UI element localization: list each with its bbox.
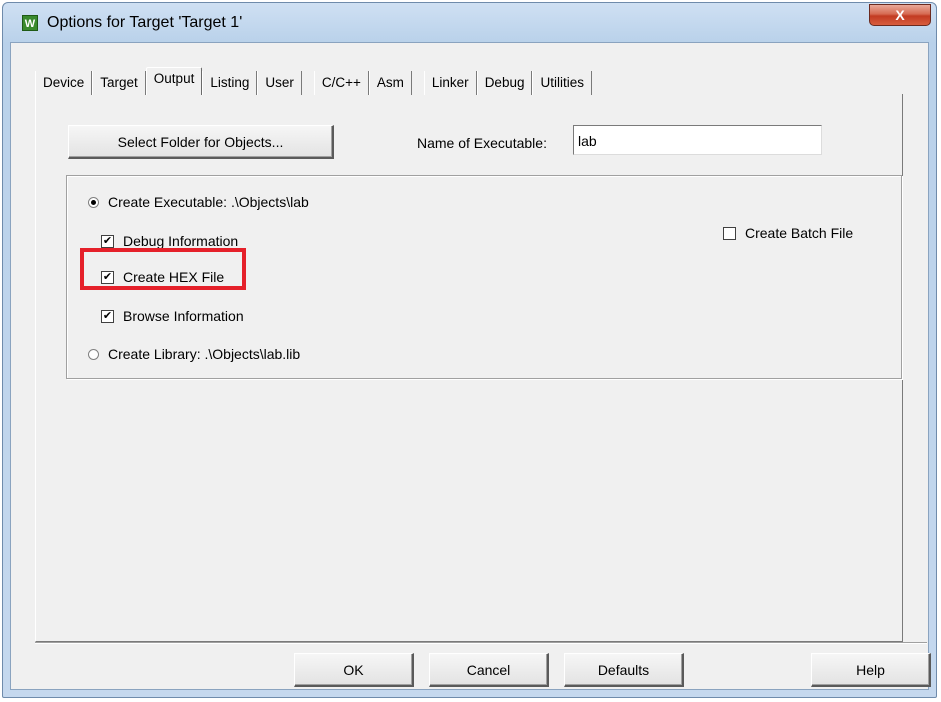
dialog-client-area: Device Target Output Listing User C/C++ … bbox=[10, 42, 931, 690]
create-library-label: Create Library: .\Objects\lab.lib bbox=[108, 346, 301, 362]
name-of-executable-input[interactable] bbox=[573, 125, 822, 155]
create-batch-file-checkbox[interactable]: Create Batch File bbox=[723, 225, 853, 241]
tab-linker[interactable]: Linker bbox=[423, 71, 477, 95]
keil-app-icon: W bbox=[22, 15, 38, 31]
create-batch-file-label: Create Batch File bbox=[745, 225, 854, 241]
help-button[interactable]: Help bbox=[811, 653, 931, 687]
name-of-executable-label: Name of Executable: bbox=[417, 135, 547, 151]
radio-selected-icon bbox=[88, 196, 99, 208]
tab-utilities[interactable]: Utilities bbox=[532, 71, 592, 95]
footer-separator bbox=[35, 642, 927, 644]
window-title: Options for Target 'Target 1' bbox=[47, 14, 243, 31]
browse-information-label: Browse Information bbox=[123, 308, 244, 324]
tab-output[interactable]: Output bbox=[145, 67, 203, 95]
options-dialog: W Options for Target 'Target 1' X Device… bbox=[2, 2, 937, 698]
checkbox-unchecked-icon bbox=[723, 226, 736, 240]
create-executable-radio[interactable]: Create Executable: .\Objects\lab bbox=[88, 194, 309, 210]
checkbox-checked-icon bbox=[101, 309, 114, 323]
ok-button[interactable]: OK bbox=[294, 653, 414, 687]
debug-information-label: Debug Information bbox=[123, 233, 239, 249]
tab-target[interactable]: Target bbox=[92, 71, 146, 95]
debug-information-checkbox[interactable]: Debug Information bbox=[101, 233, 238, 249]
tab-strip: Device Target Output Listing User C/C++ … bbox=[35, 67, 592, 95]
checkbox-checked-icon bbox=[101, 234, 114, 248]
radio-unselected-icon bbox=[88, 348, 99, 360]
create-library-radio[interactable]: Create Library: .\Objects\lab.lib bbox=[88, 346, 300, 362]
tab-listing[interactable]: Listing bbox=[202, 71, 258, 95]
tab-c-cpp[interactable]: C/C++ bbox=[313, 71, 369, 95]
create-executable-label: Create Executable: .\Objects\lab bbox=[108, 194, 309, 210]
select-folder-button[interactable]: Select Folder for Objects... bbox=[68, 125, 334, 159]
title-bar[interactable]: W Options for Target 'Target 1' X bbox=[3, 3, 936, 43]
create-hex-file-label: Create HEX File bbox=[123, 269, 225, 285]
tab-device[interactable]: Device bbox=[35, 71, 93, 95]
close-button[interactable]: X bbox=[869, 4, 931, 26]
tab-user[interactable]: User bbox=[257, 71, 302, 95]
tab-debug[interactable]: Debug bbox=[476, 71, 533, 95]
tab-asm[interactable]: Asm bbox=[368, 71, 412, 95]
browse-information-checkbox[interactable]: Browse Information bbox=[101, 308, 244, 324]
checkbox-checked-icon bbox=[101, 270, 114, 284]
defaults-button[interactable]: Defaults bbox=[564, 653, 684, 687]
cancel-button[interactable]: Cancel bbox=[429, 653, 549, 687]
create-hex-file-checkbox[interactable]: Create HEX File bbox=[101, 269, 224, 285]
